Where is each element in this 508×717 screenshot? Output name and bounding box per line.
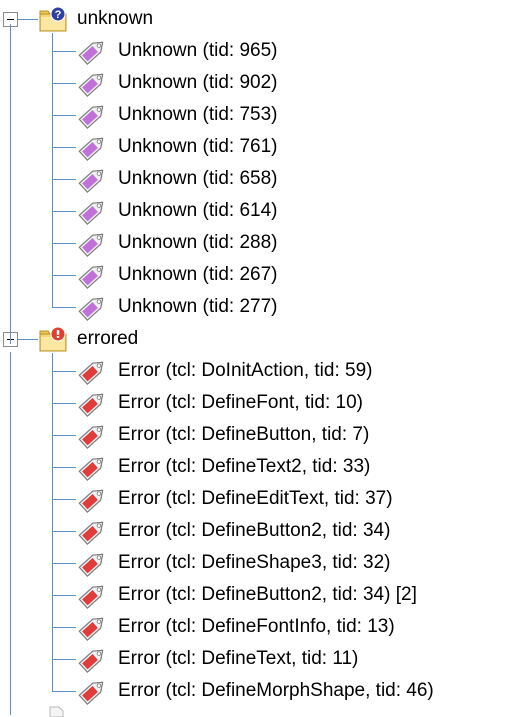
tree-leaf-label: Unknown (tid: 267) (118, 264, 278, 285)
tree-leaf-item[interactable]: Error (tcl: DefineFont, tid: 10) (0, 387, 508, 419)
tree-leaf-label: Error (tcl: DefineButton2, tid: 34) [2] (118, 584, 417, 605)
tree-leaf-item[interactable]: Error (tcl: DefineEditText, tid: 37) (0, 483, 508, 515)
tree-connector-line (52, 275, 76, 276)
tag-icon (76, 387, 110, 419)
folder-error-icon (38, 326, 70, 353)
tree-connector-line (52, 691, 76, 692)
tree-leaf-item[interactable]: Unknown (tid: 965) (0, 35, 508, 67)
tree-leaf-item[interactable]: Error (tcl: DefineShape3, tid: 32) (0, 547, 508, 579)
tree-leaf-item[interactable]: Error (tcl: DefineText, tid: 11) (0, 643, 508, 675)
tag-icon (76, 67, 110, 99)
tree-node-unknown[interactable]: ? unknown (0, 3, 508, 35)
tag-icon (76, 291, 110, 323)
tree-leaf-label: Error (tcl: DefineShape3, tid: 32) (118, 552, 391, 573)
tree-connector-line (52, 435, 76, 436)
tree-connector-line (52, 563, 76, 564)
tree-connector-line (52, 467, 76, 468)
tree-connector-line (18, 339, 38, 340)
tag-icon (76, 579, 110, 611)
tree-leaf-label: Unknown (tid: 658) (118, 168, 278, 189)
tree-leaf-label: Error (tcl: DoInitAction, tid: 59) (118, 360, 373, 381)
tag-icon (76, 611, 110, 643)
tree-leaf-label: Unknown (tid: 965) (118, 40, 278, 61)
tree-leaf-item[interactable]: Unknown (tid: 753) (0, 99, 508, 131)
tag-icon (76, 515, 110, 547)
tree-connector-line (52, 243, 76, 244)
tag-icon (76, 227, 110, 259)
tree-leaf-label: Unknown (tid: 902) (118, 72, 278, 93)
tree-connector-line (10, 352, 11, 715)
tree-leaf-item[interactable]: Unknown (tid: 761) (0, 131, 508, 163)
tree-connector-line (52, 499, 76, 500)
tree-leaf-label: Unknown (tid: 277) (118, 296, 278, 317)
tree-leaf-label: Error (tcl: DefineFontInfo, tid: 13) (118, 616, 395, 637)
tree-leaf-label: Error (tcl: DefineMorphShape, tid: 46) (118, 680, 434, 701)
tree-node-label: unknown (77, 8, 154, 29)
tree-node-label: errored (77, 328, 139, 349)
tree-leaf-item[interactable]: Unknown (tid: 902) (0, 67, 508, 99)
tree-connector-line (52, 659, 76, 660)
tag-icon (76, 451, 110, 483)
tag-icon (76, 35, 110, 67)
tag-icon (76, 419, 110, 451)
tree-connector-line (10, 24, 11, 344)
tree-leaf-item[interactable]: Unknown (tid: 277) (0, 291, 508, 323)
tag-icon (76, 131, 110, 163)
tree-connector-line (52, 211, 76, 212)
tree-leaf-label: Error (tcl: DefineText2, tid: 33) (118, 456, 371, 477)
tree-leaf-item[interactable]: Unknown (tid: 658) (0, 163, 508, 195)
tree-connector-line (52, 627, 76, 628)
tree-leaf-label: Error (tcl: DefineButton2, tid: 34) (118, 520, 391, 541)
svg-text:?: ? (55, 9, 62, 21)
tag-icon (76, 163, 110, 195)
tree-leaf-item[interactable]: Unknown (tid: 267) (0, 259, 508, 291)
tree-leaf-item[interactable]: Error (tcl: DefineButton2, tid: 34) (0, 515, 508, 547)
tree-connector-line (52, 115, 76, 116)
tag-icon (76, 195, 110, 227)
tree-connector-line (52, 51, 76, 52)
tag-icon (76, 675, 110, 707)
tree-leaf-item[interactable]: Error (tcl: DoInitAction, tid: 59) (0, 355, 508, 387)
tree-leaf-label: Error (tcl: DefineButton, tid: 7) (118, 424, 370, 445)
tree-leaf-label: Error (tcl: DefineText, tid: 11) (118, 648, 359, 669)
tree-leaf-item[interactable]: Unknown (tid: 288) (0, 227, 508, 259)
tree-leaf-label: Unknown (tid: 753) (118, 104, 278, 125)
file-icon[interactable] (48, 705, 66, 717)
tree-leaf-item[interactable]: Error (tcl: DefineText2, tid: 33) (0, 451, 508, 483)
tree-connector-line (52, 353, 53, 691)
tree-connector-line (52, 595, 76, 596)
tree-leaf-label: Unknown (tid: 288) (118, 232, 278, 253)
folder-unknown-icon: ? (38, 6, 70, 33)
tree-connector-line (52, 307, 76, 308)
tree-connector-line (52, 83, 76, 84)
tree-connector-line (18, 19, 38, 20)
tree-leaf-item[interactable]: Unknown (tid: 614) (0, 195, 508, 227)
tag-icon (76, 259, 110, 291)
tree-leaf-item[interactable]: Error (tcl: DefineButton, tid: 7) (0, 419, 508, 451)
tree-connector-line (52, 179, 76, 180)
tree-connector-line (52, 371, 76, 372)
tree-connector-line (52, 403, 76, 404)
tree-connector-line (52, 531, 76, 532)
tag-icon (76, 483, 110, 515)
tree-leaf-label: Unknown (tid: 614) (118, 200, 278, 221)
tag-icon (76, 355, 110, 387)
tree-node-errored[interactable]: errored (0, 323, 508, 355)
tree-view: ? unknown Unknown (tid: 965) Unknown (tid: … (0, 0, 508, 715)
tree-leaf-item[interactable]: Error (tcl: DefineMorphShape, tid: 46) (0, 675, 508, 707)
tree-leaf-item[interactable]: Error (tcl: DefineFontInfo, tid: 13) (0, 611, 508, 643)
tree-leaf-label: Error (tcl: DefineEditText, tid: 37) (118, 488, 393, 509)
tree-connector-line (52, 33, 53, 307)
tree-connector-line (52, 147, 76, 148)
tree-leaf-label: Unknown (tid: 761) (118, 136, 278, 157)
tree-leaf-item[interactable]: Error (tcl: DefineButton2, tid: 34) [2] (0, 579, 508, 611)
tree-leaf-label: Error (tcl: DefineFont, tid: 10) (118, 392, 363, 413)
tag-icon (76, 99, 110, 131)
tag-icon (76, 547, 110, 579)
tag-icon (76, 643, 110, 675)
